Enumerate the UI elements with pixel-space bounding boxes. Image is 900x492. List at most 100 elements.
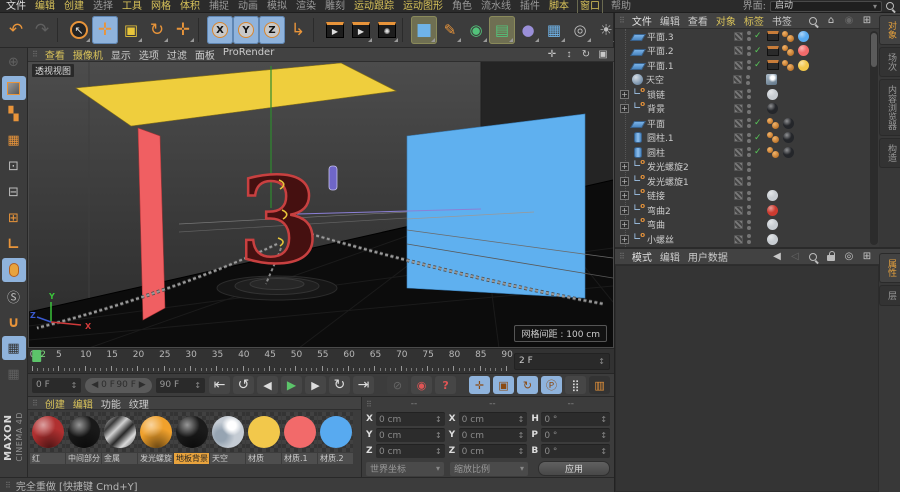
object-name[interactable]: 发光螺旋1 (647, 175, 731, 188)
visibility-dots[interactable] (746, 46, 751, 56)
viewport-canvas[interactable]: 3 Y X Z (29, 62, 613, 347)
panel-handle[interactable]: ⠿ (366, 400, 372, 409)
panel-tab[interactable]: 属性 (879, 253, 900, 283)
stepper-icon[interactable]: ↕ (600, 431, 607, 440)
phong-tag-icon[interactable] (782, 45, 795, 57)
lock-icon[interactable] (824, 250, 838, 263)
menu-item[interactable]: 模拟 (267, 0, 287, 13)
menu-item[interactable]: 面板 (195, 47, 215, 62)
rotate-tool-icon[interactable]: ↻ (144, 16, 170, 44)
enabled-check-icon[interactable]: ✓ (754, 60, 764, 70)
material-tag-icon[interactable] (767, 219, 778, 231)
material-tag-icon[interactable] (767, 88, 778, 100)
menu-item[interactable]: 过滤 (167, 47, 187, 62)
add-icon[interactable]: ⊞ (860, 250, 874, 263)
visibility-dots[interactable] (746, 176, 751, 186)
menu-item[interactable]: 插件 (520, 0, 540, 13)
visibility-dots[interactable] (746, 31, 751, 41)
expand-toggle[interactable] (620, 133, 629, 142)
redo-icon[interactable]: ↷ (29, 16, 55, 44)
autokeying-button[interactable]: ◉ (411, 376, 433, 394)
pen-spline-icon[interactable]: ✎ (437, 16, 463, 44)
key-rotation-button[interactable]: ↻ (517, 376, 539, 394)
object-axis-icon[interactable]: ∟ (2, 232, 26, 256)
material-tag-icon[interactable] (783, 132, 794, 144)
panel-handle[interactable]: ⠿ (32, 50, 38, 59)
next-frame-button[interactable]: ▶ (305, 376, 327, 394)
menu-item[interactable]: 查看 (45, 47, 65, 62)
viewport-mouse-icon[interactable] (1, 258, 26, 282)
scale-field[interactable]: 0 cm ↕ (458, 412, 528, 426)
panel-handle[interactable]: ⠿ (32, 399, 38, 408)
object-row[interactable]: 平面 ✓ (615, 116, 879, 131)
visibility-dots[interactable] (746, 220, 751, 230)
camera-icon[interactable]: ◎ (567, 16, 593, 44)
key-point-level-button[interactable]: ⣿ (565, 376, 587, 394)
rotation-field[interactable]: 0 ° ↕ (541, 428, 611, 442)
render-settings-icon[interactable]: ✺ (374, 16, 400, 44)
material-swatch[interactable]: 红 (30, 412, 65, 464)
menu-item[interactable]: 摄像机 (73, 47, 103, 62)
visibility-dots[interactable] (746, 205, 751, 215)
stepper-icon[interactable]: ↕ (435, 431, 442, 440)
search-icon[interactable] (886, 2, 894, 10)
visibility-dots[interactable] (746, 118, 751, 128)
subdivision-surface-icon[interactable]: ◉ (463, 16, 489, 44)
previous-frame-button[interactable]: ◀ (257, 376, 279, 394)
layer-chip[interactable] (734, 147, 743, 157)
stepper-icon[interactable]: ↕ (600, 415, 607, 424)
object-list-scrollbar[interactable] (870, 31, 878, 245)
menu-item[interactable]: 纹理 (129, 396, 149, 411)
material-swatch[interactable]: 材质.1 (282, 412, 317, 464)
material-tag-icon[interactable] (767, 103, 778, 115)
expand-toggle[interactable]: + (620, 104, 629, 114)
material-tag-icon[interactable] (798, 30, 809, 42)
menu-item[interactable]: 模式 (632, 249, 652, 264)
scale-field[interactable]: 0 cm ↕ (458, 444, 528, 458)
keyframe-selection-button[interactable]: ? (435, 376, 457, 394)
object-row[interactable]: + 锁链 ✓ (615, 86, 879, 102)
menu-item[interactable]: 文件 (6, 0, 26, 13)
expand-toggle[interactable]: + (620, 176, 629, 186)
stepper-icon[interactable]: ↕ (518, 415, 525, 424)
texture-mode-icon[interactable]: ▚ (2, 102, 26, 126)
filter-icon[interactable]: ◉ (842, 14, 856, 27)
material-tag-icon[interactable] (798, 59, 809, 71)
object-name[interactable]: 背景 (647, 102, 731, 115)
key-position-button[interactable]: ✛ (469, 376, 491, 394)
preview-range-slider[interactable]: ◀ 0 F 90 F ▶ (85, 377, 152, 393)
view-label[interactable]: 透视视图 (32, 64, 75, 77)
compositing-tag-icon[interactable] (767, 31, 779, 42)
stepper-icon[interactable]: ↕ (194, 381, 201, 390)
stepper-icon[interactable]: ↕ (518, 447, 525, 456)
menu-item[interactable]: 体积 (180, 0, 200, 13)
object-name[interactable]: 平面 (647, 117, 731, 130)
search-icon[interactable] (806, 250, 820, 263)
object-name[interactable]: 链接 (647, 189, 731, 202)
panel-handle[interactable]: ⠿ (619, 252, 625, 261)
enabled-check-icon[interactable]: ✓ (754, 133, 764, 143)
object-name[interactable]: 平面.2 (647, 44, 731, 57)
menu-item[interactable]: 动画 (238, 0, 258, 13)
render-view-icon[interactable]: ▶ (322, 16, 348, 44)
snap-icon[interactable]: Ⓢ (2, 284, 26, 308)
menu-item[interactable]: ProRender (223, 47, 274, 62)
menu-item[interactable]: 创建 (64, 0, 84, 13)
history-back-icon[interactable]: ◀ (770, 250, 784, 263)
menu-item[interactable]: 编辑 (660, 13, 680, 28)
menu-item[interactable]: 帮助 (611, 0, 631, 13)
menu-item[interactable]: 编辑 (35, 0, 55, 13)
current-frame-field[interactable]: 2 F ↕ (514, 352, 610, 370)
world-grid-icon[interactable]: ⊕ (2, 50, 26, 74)
play-loop-button[interactable]: ↻ (329, 376, 351, 394)
separator[interactable] (313, 18, 320, 42)
layer-chip[interactable] (734, 89, 743, 99)
pan-view-icon[interactable]: ✛ (545, 49, 559, 61)
menu-item[interactable]: 编辑 (73, 396, 93, 411)
dolly-view-icon[interactable]: ↕ (562, 49, 576, 61)
phong-tag-icon[interactable] (782, 30, 795, 42)
menu-item[interactable]: 查看 (688, 13, 708, 28)
last-tool-icon[interactable]: ✛ (170, 16, 196, 44)
object-row[interactable]: 圆柱.1 ✓ (615, 131, 879, 146)
object-row[interactable]: + 小螺丝 ✓ (615, 231, 879, 247)
